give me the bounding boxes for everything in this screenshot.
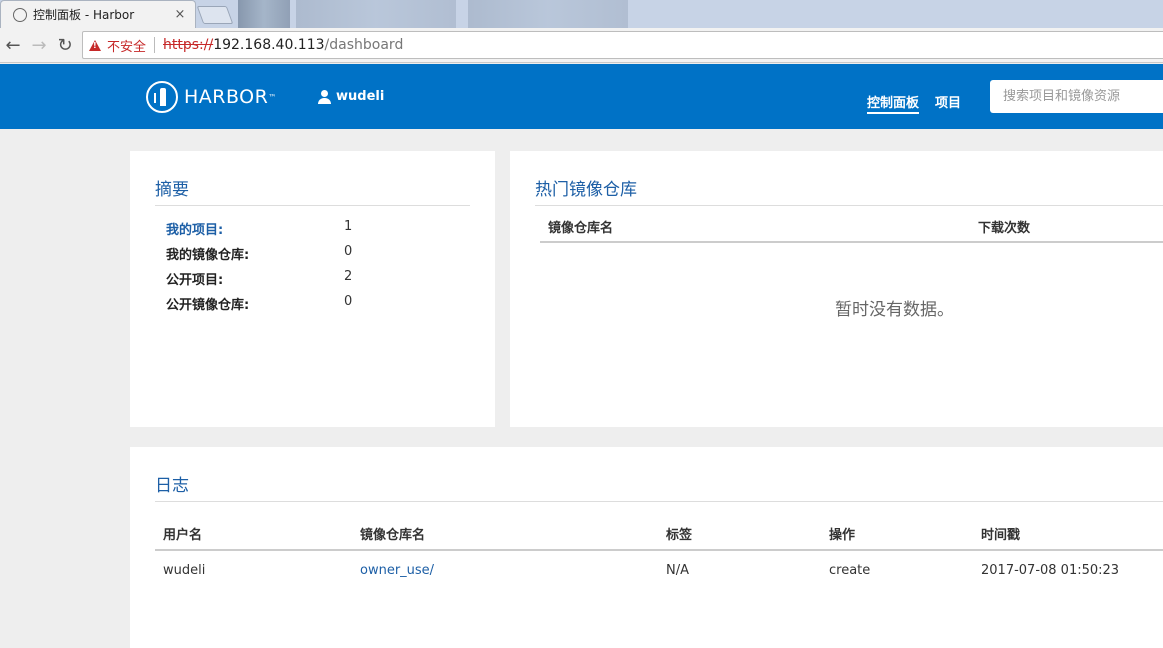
url-path: /dashboard <box>324 37 404 53</box>
back-arrow-icon[interactable]: ← <box>0 30 26 60</box>
reload-icon[interactable]: ↻ <box>52 30 78 60</box>
stat-value: 0 <box>344 294 353 309</box>
summary-title: 摘要 <box>155 180 189 200</box>
logs-card: 日志 用户名 镜像仓库名 标签 操作 时间戳 wudeli owner_use/… <box>130 447 1163 648</box>
column-header-tag[interactable]: 标签 <box>666 524 692 543</box>
stat-value: 0 <box>344 244 353 259</box>
stat-label-my-projects[interactable]: 我的项目: <box>166 219 223 238</box>
log-username: wudeli <box>163 563 206 578</box>
blurred-window-thumbnail <box>238 0 290 28</box>
harbor-favicon-icon <box>13 7 27 22</box>
log-tag: N/A <box>666 563 689 578</box>
user-menu[interactable]: wudeli <box>318 89 384 104</box>
column-header-timestamp[interactable]: 时间戳 <box>981 524 1020 543</box>
table-header-divider <box>540 241 1163 243</box>
divider <box>154 37 156 53</box>
url-input[interactable]: 不安全 https:// 192.168.40.113 /dashboard <box>82 31 1163 59</box>
username: wudeli <box>336 89 385 104</box>
logs-title: 日志 <box>155 476 189 496</box>
tab-title: 控制面板 - Harbor <box>33 8 135 22</box>
popular-title: 热门镜像仓库 <box>535 180 637 200</box>
blurred-window-thumbnail <box>468 0 628 28</box>
nav-projects[interactable]: 项目 <box>935 92 961 111</box>
column-header-repository[interactable]: 镜像仓库名 <box>360 524 425 543</box>
divider <box>155 205 470 206</box>
blurred-window-thumbnail <box>296 0 456 28</box>
address-bar: ← → ↻ 不安全 https:// 192.168.40.113 /dashb… <box>0 28 1163 63</box>
url-scheme: https:// <box>163 37 214 53</box>
stat-label-my-repositories: 我的镜像仓库: <box>166 248 250 263</box>
column-header-operation[interactable]: 操作 <box>829 524 855 543</box>
divider <box>535 205 1163 206</box>
forward-arrow-icon[interactable]: → <box>26 30 52 60</box>
column-header-repository[interactable]: 镜像仓库名 <box>548 217 613 236</box>
summary-card: 摘要 我的项目: 1 我的镜像仓库: 0 公开项目: 2 公开镜像仓库: 0 <box>130 151 495 427</box>
log-timestamp: 2017-07-08 01:50:23 <box>981 563 1120 578</box>
app-header: HARBOR ™ wudeli 控制面板 项目 <box>0 64 1163 129</box>
divider <box>155 501 1163 502</box>
log-repository-link[interactable]: owner_use/ <box>360 563 434 578</box>
browser-tab[interactable]: 控制面板 - Harbor × <box>0 0 196 28</box>
empty-state-message: 暂时没有数据。 <box>835 300 954 320</box>
url-host: 192.168.40.113 <box>213 37 325 53</box>
lighthouse-logo-icon <box>146 81 178 113</box>
user-icon <box>318 89 331 104</box>
logo-trademark: ™ <box>268 92 277 102</box>
stat-value: 1 <box>344 219 353 234</box>
new-tab-button[interactable] <box>196 6 234 24</box>
close-icon[interactable]: × <box>171 7 189 22</box>
logo-text: HARBOR <box>184 86 269 108</box>
table-header-divider <box>155 549 1163 551</box>
stat-value: 2 <box>344 269 353 284</box>
column-header-downloads[interactable]: 下载次数 <box>978 217 1030 236</box>
security-indicator[interactable]: 不安全 <box>107 36 146 55</box>
stat-label-public-projects: 公开项目: <box>166 273 224 288</box>
nav-dashboard[interactable]: 控制面板 <box>867 92 920 114</box>
browser-tabstrip: 控制面板 - Harbor × <box>0 0 1163 28</box>
column-header-username[interactable]: 用户名 <box>163 524 202 543</box>
warning-triangle-icon <box>89 39 101 51</box>
log-operation: create <box>829 563 871 578</box>
harbor-logo[interactable]: HARBOR ™ <box>146 81 276 113</box>
popular-repositories-card: 热门镜像仓库 镜像仓库名 下载次数 暂时没有数据。 <box>510 151 1163 427</box>
stat-label-public-repositories: 公开镜像仓库: <box>166 298 250 313</box>
search-input[interactable] <box>990 80 1163 113</box>
